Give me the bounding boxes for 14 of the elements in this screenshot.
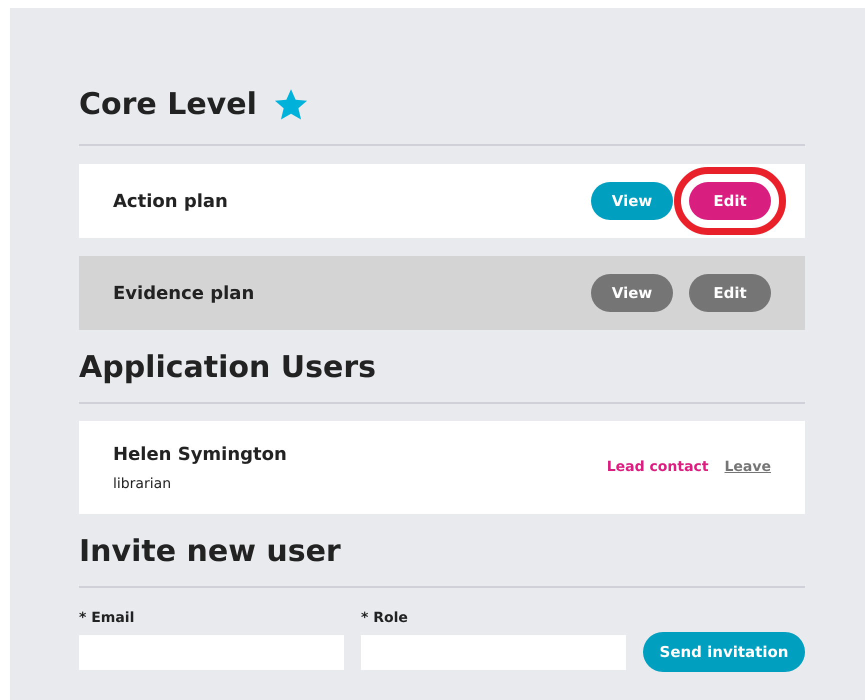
- field-label: * Email: [79, 609, 136, 628]
- edit-button[interactable]: Edit: [689, 182, 771, 220]
- plan-name: Evidence plan: [113, 282, 254, 306]
- send-invitation-button[interactable]: Send invitation: [643, 632, 805, 672]
- section-title: Application Users: [79, 350, 378, 386]
- plan-name: Action plan: [113, 190, 228, 214]
- user-name: Helen Symington: [113, 442, 287, 466]
- view-button[interactable]: View: [591, 182, 673, 220]
- lead-contact-label: Lead contact: [606, 458, 709, 477]
- section-title: Core Level: [79, 87, 257, 123]
- field-label: * Role: [361, 609, 409, 628]
- leave-link[interactable]: Leave: [724, 457, 771, 478]
- section-title: Invite new user: [79, 534, 342, 570]
- user-role: librarian: [113, 474, 172, 494]
